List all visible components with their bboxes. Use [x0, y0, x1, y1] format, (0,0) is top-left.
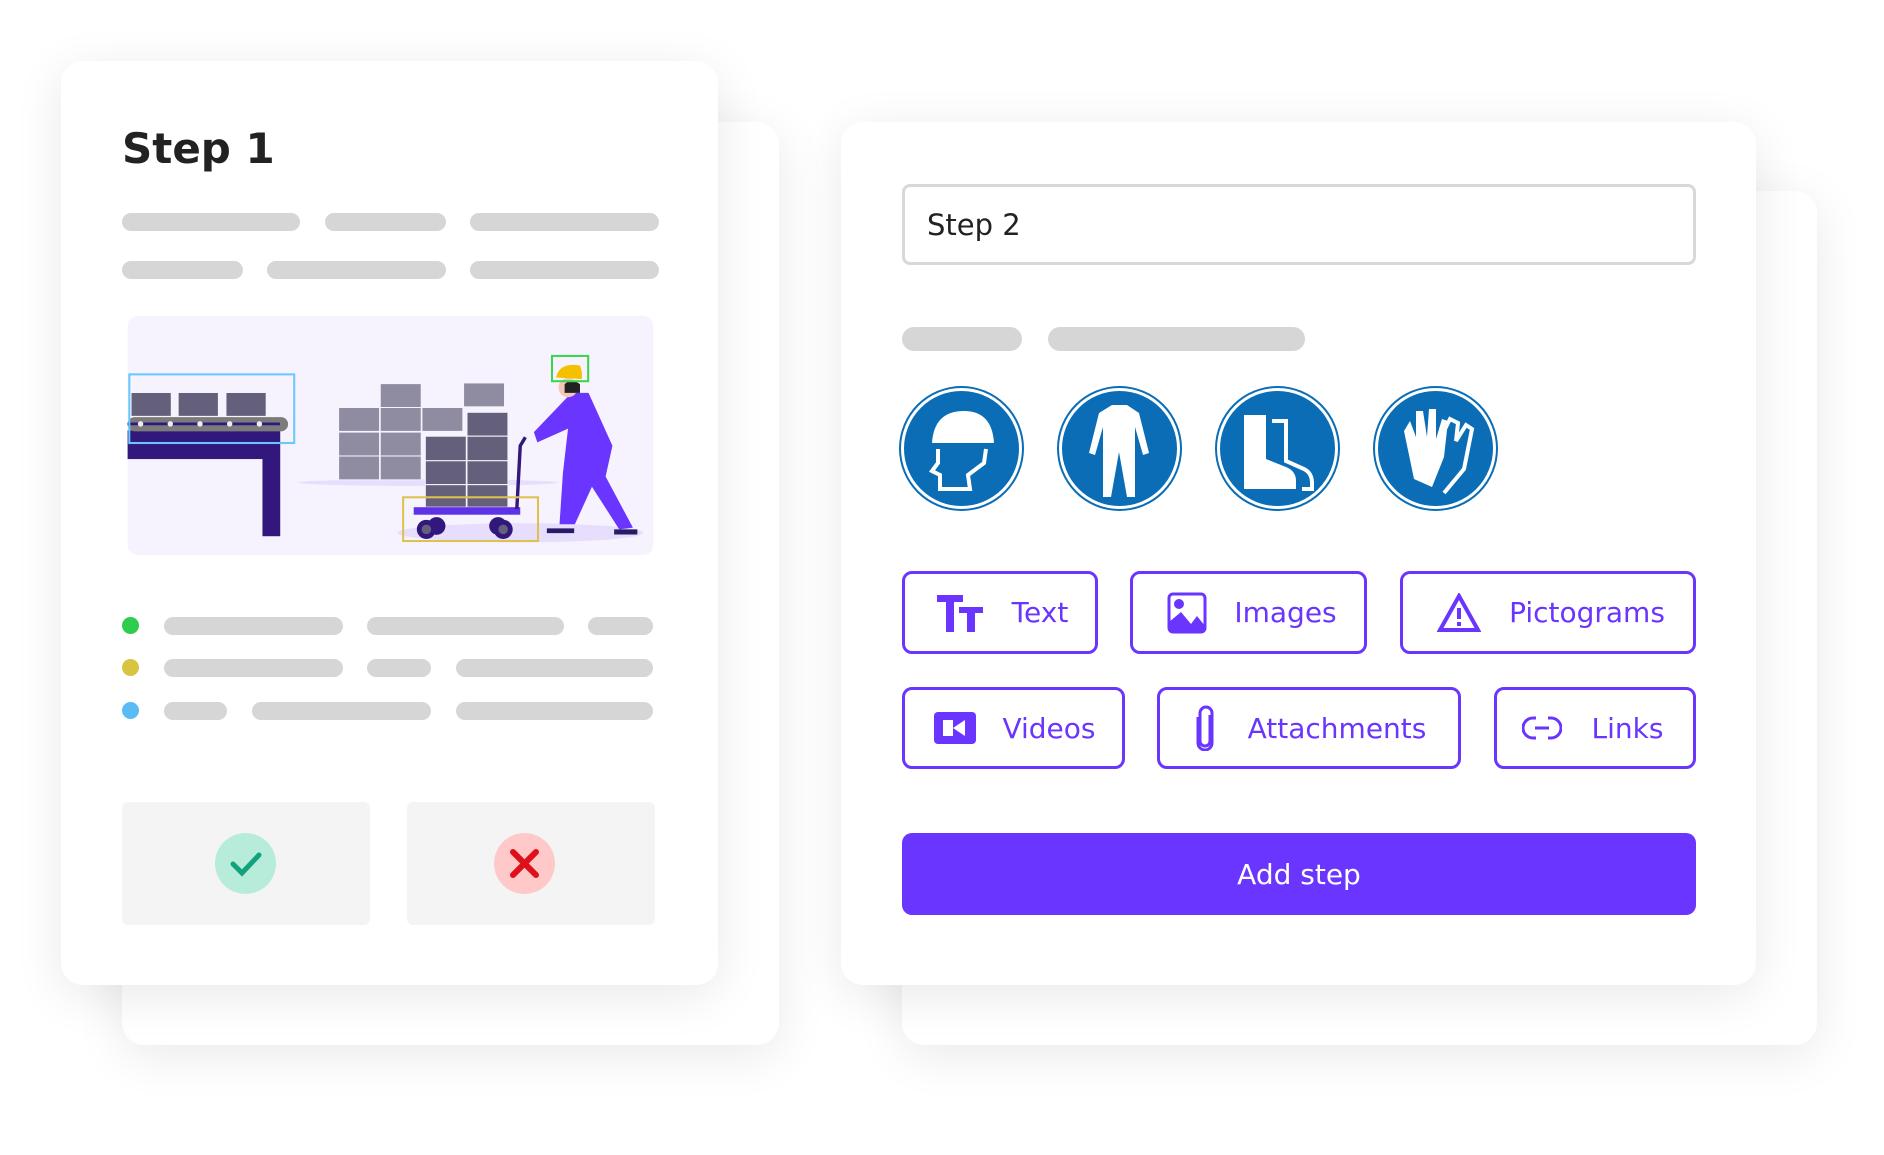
placeholder-line — [470, 213, 659, 231]
add-videos-button[interactable]: Videos — [902, 687, 1125, 769]
placeholder-line — [267, 261, 446, 279]
placeholder-line — [164, 659, 343, 677]
add-pictograms-button[interactable]: Pictograms — [1400, 571, 1696, 654]
add-step-button[interactable]: Add step — [902, 833, 1696, 915]
paperclip-icon — [1196, 705, 1214, 751]
placeholder-line — [367, 659, 431, 677]
approve-button[interactable] — [122, 802, 370, 925]
option-label: Attachments — [1247, 711, 1427, 745]
step1-title: Step 1 — [122, 124, 275, 173]
hard-hat-icon[interactable] — [901, 388, 1022, 509]
option-label: Text — [1011, 596, 1069, 629]
status-dot-green — [122, 617, 139, 634]
placeholder-line — [164, 702, 227, 720]
warning-icon — [1437, 592, 1481, 632]
text-size-icon — [937, 594, 983, 632]
step-name-value: Step 2 — [927, 207, 1021, 242]
placeholder-line — [470, 261, 659, 279]
option-label: Pictograms — [1509, 596, 1665, 629]
link-icon — [1522, 716, 1562, 740]
gloves-icon[interactable] — [1375, 388, 1496, 509]
step2-card: Step 2 Text Images Pictograms Videos Att… — [841, 122, 1756, 985]
add-images-button[interactable]: Images — [1130, 571, 1367, 654]
warehouse-illustration — [127, 316, 654, 555]
placeholder-line — [902, 327, 1022, 351]
placeholder-line — [1048, 327, 1305, 351]
placeholder-line — [588, 617, 653, 635]
placeholder-line — [122, 213, 300, 231]
option-label: Links — [1591, 711, 1664, 745]
placeholder-line — [325, 213, 446, 231]
option-label: Videos — [1002, 711, 1096, 745]
placeholder-line — [456, 702, 653, 720]
placeholder-line — [456, 659, 653, 677]
placeholder-line — [122, 261, 243, 279]
check-icon — [215, 833, 276, 894]
placeholder-line — [164, 617, 343, 635]
add-attachments-button[interactable]: Attachments — [1157, 687, 1461, 769]
option-label: Images — [1234, 596, 1337, 629]
step1-card: Step 1 — [61, 61, 718, 985]
video-icon — [934, 712, 976, 744]
add-links-button[interactable]: Links — [1494, 687, 1696, 769]
status-dot-yellow — [122, 659, 139, 676]
placeholder-line — [252, 702, 431, 720]
reject-button[interactable] — [407, 802, 655, 925]
status-dot-blue — [122, 702, 139, 719]
close-icon — [494, 833, 555, 894]
add-text-button[interactable]: Text — [902, 571, 1098, 654]
add-step-label: Add step — [1237, 857, 1361, 891]
placeholder-line — [367, 617, 564, 635]
safety-boots-icon[interactable] — [1217, 388, 1338, 509]
image-icon — [1167, 592, 1207, 633]
step-name-input[interactable]: Step 2 — [902, 184, 1696, 265]
protective-suit-icon[interactable] — [1059, 388, 1180, 509]
